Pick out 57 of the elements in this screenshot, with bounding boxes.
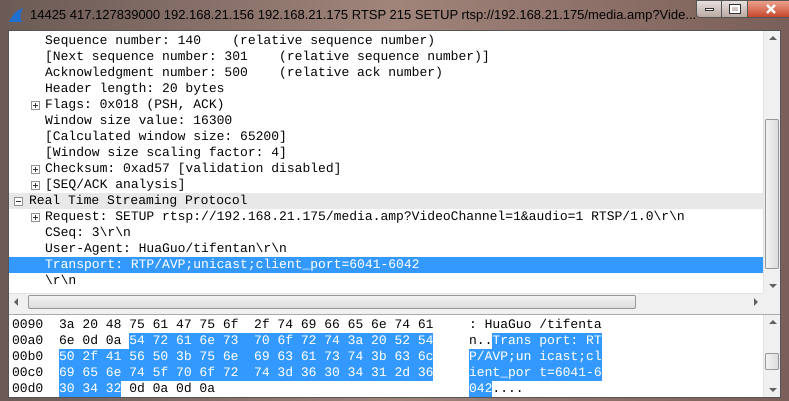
hex-offset: 00a0 xyxy=(12,333,44,349)
close-icon xyxy=(766,4,776,14)
scroll-up-icon[interactable] xyxy=(769,36,777,40)
expand-icon[interactable] xyxy=(31,100,40,110)
hex-offset: 00b0 xyxy=(12,349,44,365)
tree-row[interactable]: \r\n xyxy=(9,273,763,289)
expand-icon[interactable] xyxy=(31,180,40,190)
ascii-text: .... xyxy=(492,381,524,397)
tree-row[interactable]: Acknowledgment number: 500 (relative ack number) xyxy=(9,65,763,81)
hex-bytes: 54 72 61 6e 73 70 6f 72 74 3a 20 52 54 xyxy=(129,333,434,349)
ascii-text: n.. xyxy=(469,333,492,349)
hex-bytes: 30 34 32 xyxy=(59,381,122,397)
hex-offset: 00c0 xyxy=(12,365,44,381)
expand-icon[interactable] xyxy=(31,164,40,174)
tree-row[interactable]: [SEQ/ACK analysis] xyxy=(9,177,763,193)
tree-row[interactable]: Window size value: 16300 xyxy=(9,113,763,129)
window-title: 14425 417.127839000 192.168.21.156 192.168.21.175 RTSP 215 SETUP rtsp://192.168.21.175/media.amp?Vide... xyxy=(30,6,696,24)
fin-icon xyxy=(8,7,24,23)
scroll-thumb[interactable] xyxy=(765,119,779,269)
scroll-up-icon[interactable] xyxy=(769,320,777,324)
scroll-down-icon[interactable] xyxy=(769,388,777,392)
tree-row[interactable]: Checksum: 0xad57 [validation disabled] xyxy=(9,161,763,177)
tree-row[interactable]: Header length: 20 bytes xyxy=(9,81,763,97)
horizontal-scrollbar[interactable] xyxy=(9,293,763,310)
tree-row[interactable]: [Next sequence number: 301 (relative sequence number)] xyxy=(9,49,763,65)
hex-bytes: 0d 0a 0d 0a xyxy=(128,381,216,397)
hex-bytes: 3a 20 48 75 61 47 75 6f 2f 74 69 66 65 6e 74 61 xyxy=(59,317,434,333)
hex-offset: 0090 xyxy=(12,317,44,333)
hex-bytes: 6e 0d 0a xyxy=(59,333,122,349)
tree-row[interactable]: Real Time Streaming Protocol xyxy=(9,193,763,209)
collapse-icon[interactable] xyxy=(14,196,23,206)
scroll-down-icon[interactable] xyxy=(769,284,777,288)
hex-bytes: 50 2f 41 56 50 3b 75 6e 69 63 61 73 74 3b 63 6c xyxy=(59,349,434,365)
maximize-button[interactable] xyxy=(722,0,748,18)
scroll-thumb[interactable] xyxy=(28,295,636,309)
tree-row[interactable]: [Calculated window size: 65200] xyxy=(9,129,763,145)
vertical-scrollbar[interactable] xyxy=(763,31,780,293)
ascii-text: ient_por t=6041-6 xyxy=(469,365,602,381)
ascii-text: : HuaGuo /tifenta xyxy=(469,317,602,333)
scroll-thumb[interactable] xyxy=(765,353,779,370)
tree-row[interactable]: CSeq: 3\r\n xyxy=(9,225,763,241)
expand-icon[interactable] xyxy=(31,212,40,222)
hex-bytes: 69 65 6e 74 5f 70 6f 72 74 3d 36 30 34 31 2d 36 xyxy=(59,365,434,381)
ascii-text: Trans port: RT xyxy=(492,333,602,349)
ascii-text: P/AVP;un icast;cl xyxy=(469,349,602,365)
ascii-text: 042 xyxy=(469,381,492,397)
tree-row[interactable]: User-Agent: HuaGuo/tifentan\r\n xyxy=(9,241,763,257)
tree-row[interactable]: Flags: 0x018 (PSH, ACK) xyxy=(9,97,763,113)
tree-row[interactable]: Sequence number: 140 (relative sequence number) xyxy=(9,33,763,49)
close-button[interactable] xyxy=(748,0,789,18)
scroll-right-icon[interactable] xyxy=(754,298,758,306)
hex-offset: 00d0 xyxy=(12,381,44,397)
tree-row[interactable]: Request: SETUP rtsp://192.168.21.175/media.amp?VideoChannel=1&audio=1 RTSP/1.0\r\n xyxy=(9,209,763,225)
scroll-left-icon[interactable] xyxy=(14,298,18,306)
vertical-scrollbar[interactable] xyxy=(763,315,780,397)
minimize-button[interactable] xyxy=(696,0,722,18)
tree-row[interactable]: [Window size scaling factor: 4] xyxy=(9,145,763,161)
